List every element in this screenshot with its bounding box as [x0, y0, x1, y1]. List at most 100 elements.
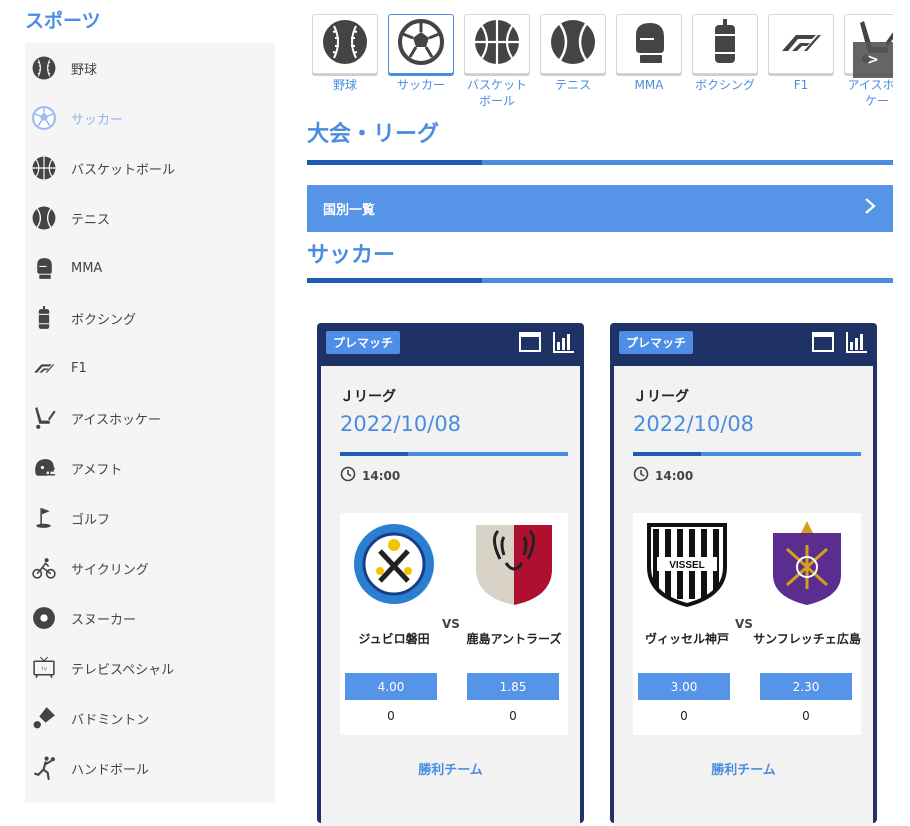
snooker-ball-icon [30, 604, 58, 632]
team-crest-icon [763, 519, 851, 609]
f1-logo-icon [776, 17, 826, 71]
sport-tab[interactable]: バスケット ボール [464, 14, 530, 109]
sidebar-item[interactable]: サイクリング [25, 543, 275, 593]
home-team-name: ヴィッセル神戸 [644, 631, 729, 646]
sport-tab[interactable]: 野球 [312, 14, 378, 93]
sport-tab[interactable]: テニス [540, 14, 606, 93]
away-odds-button[interactable]: 2.30 [760, 673, 852, 700]
away-odds-button[interactable]: 1.85 [467, 673, 559, 700]
football-helmet-icon [30, 454, 58, 482]
winning-team-link[interactable]: 勝利チーム [614, 759, 873, 778]
sidebar-item-label: ハンドボール [71, 762, 150, 778]
sport-tab-label: MMA [634, 78, 664, 92]
sport-tab-icon-box [388, 14, 454, 74]
sidebar-item[interactable]: バドミントン [25, 693, 275, 743]
shuttlecock-icon [30, 704, 58, 732]
country-list-label: 国別一覧 [323, 203, 376, 218]
sports-sidebar: 野球サッカーバスケットボールテニス MMA ボクシング F1 アイスホッケーアメフトゴル… [25, 43, 275, 803]
sidebar-item[interactable]: アイスホッケー [25, 393, 275, 443]
sport-tab-label: ボクシング [694, 78, 755, 92]
sport-tab[interactable]: F1 [768, 14, 834, 93]
sidebar-item[interactable]: スヌーカー [25, 593, 275, 643]
sidebar-item-label: アメフト [71, 462, 123, 478]
clock-icon [633, 466, 649, 485]
tennis-ball-icon [30, 204, 58, 232]
sidebar-item-label: ボクシング [71, 312, 137, 328]
sidebar-item-label: 野球 [71, 62, 98, 78]
league-name: Ｊリーグ [633, 389, 689, 405]
match-time: 14:00 [633, 466, 693, 485]
sidebar-item[interactable]: ハンドボール [25, 743, 275, 793]
home-team-name: ジュビロ磐田 [358, 631, 430, 646]
sidebar-item-label: テレビスペシャル [71, 662, 175, 678]
sidebar-item[interactable]: F1 [25, 343, 275, 393]
sport-tab-icon-box [616, 14, 682, 74]
sport-tab-icon-box [312, 14, 378, 74]
prematch-badge: プレマッチ [326, 331, 401, 354]
sidebar-item[interactable]: テニス [25, 193, 275, 243]
sidebar-item[interactable]: 野球 [25, 43, 275, 93]
sport-tab[interactable]: サッカー [388, 14, 454, 93]
match-date: 2022/10/08 [340, 412, 462, 436]
section-heading-rule [307, 160, 893, 165]
sport-tab[interactable]: MMA [616, 14, 682, 93]
country-list-button[interactable]: 国別一覧 [307, 185, 893, 232]
tabs-scroll-right-button[interactable]: > [853, 42, 893, 78]
sidebar-item[interactable]: TV テレビスペシャル [25, 643, 275, 693]
f1-logo-icon [30, 354, 58, 382]
sidebar-item[interactable]: ボクシング [25, 293, 275, 343]
home-odds-button[interactable]: 3.00 [638, 673, 730, 700]
sidebar-item[interactable]: サッカー [25, 93, 275, 143]
sidebar-item[interactable]: ゴルフ [25, 493, 275, 543]
date-rule [633, 452, 861, 456]
golf-flag-icon [30, 504, 58, 532]
sidebar-item-label: MMA [71, 260, 103, 276]
handball-player-icon [30, 754, 58, 782]
match-time-text: 14:00 [655, 468, 694, 483]
punching-bag-icon [700, 17, 750, 71]
away-bet-count: 0 [509, 709, 517, 723]
sport-tab-icon-box [768, 14, 834, 74]
match-date: 2022/10/08 [633, 412, 755, 436]
home-team: VISSEL ヴィッセル神戸 [633, 513, 741, 657]
sidebar-item-label: サッカー [71, 112, 124, 128]
away-team: サンフレッチェ広島 [753, 513, 861, 657]
boxing-glove-icon [30, 254, 58, 282]
away-team-name: 鹿島アントラーズ [466, 631, 562, 646]
sidebar-item[interactable]: MMA [25, 243, 275, 293]
match-card-body: Ｊリーグ 2022/10/08 14:00 ジュビロ磐田 VS 鹿島アントラーズ [321, 366, 580, 826]
punching-bag-icon [30, 304, 58, 332]
stats-chart-icon[interactable] [845, 330, 869, 358]
sidebar-item-label: サイクリング [71, 562, 149, 578]
match-card: プレマッチ Ｊリーグ 2022/10/08 14:00 VISSEL ヴィッセル… [610, 323, 877, 826]
sport-tab[interactable]: ボクシング [692, 14, 758, 93]
basketball-icon [30, 154, 58, 182]
team-crest-icon [350, 519, 438, 609]
window-icon[interactable] [518, 330, 542, 358]
sport-tab-label: アイスホッケー [847, 78, 893, 108]
stats-chart-icon[interactable] [552, 330, 576, 358]
sidebar-item-label: テニス [71, 212, 111, 228]
sidebar-item-label: スヌーカー [71, 612, 137, 628]
clock-icon [340, 466, 356, 485]
sidebar-item[interactable]: アメフト [25, 443, 275, 493]
vs-label: VS [442, 617, 460, 631]
match-card-body: Ｊリーグ 2022/10/08 14:00 VISSEL ヴィッセル神戸 VS … [614, 366, 873, 826]
home-bet-count: 0 [680, 709, 688, 723]
matchup: ジュビロ磐田 VS 鹿島アントラーズ 4.00 1.85 0 0 [340, 513, 568, 735]
sidebar-item-label: バドミントン [71, 712, 150, 728]
home-bet-count: 0 [387, 709, 395, 723]
soccer-ball-icon [30, 104, 58, 132]
league-name: Ｊリーグ [340, 389, 396, 405]
section-heading: 大会・リーグ [307, 122, 440, 147]
match-card: プレマッチ Ｊリーグ 2022/10/08 14:00 ジュビロ磐田 VS 鹿島… [317, 323, 584, 826]
sport-heading: サッカー [307, 243, 396, 268]
window-icon[interactable] [811, 330, 835, 358]
sidebar-item[interactable]: バスケットボール [25, 143, 275, 193]
away-team-name: サンフレッチェ広島 [753, 631, 861, 646]
winning-team-link[interactable]: 勝利チーム [321, 759, 580, 778]
soccer-ball-icon [396, 17, 446, 71]
match-time: 14:00 [340, 466, 400, 485]
sidebar-item-label: F1 [71, 360, 87, 376]
home-odds-button[interactable]: 4.00 [345, 673, 437, 700]
